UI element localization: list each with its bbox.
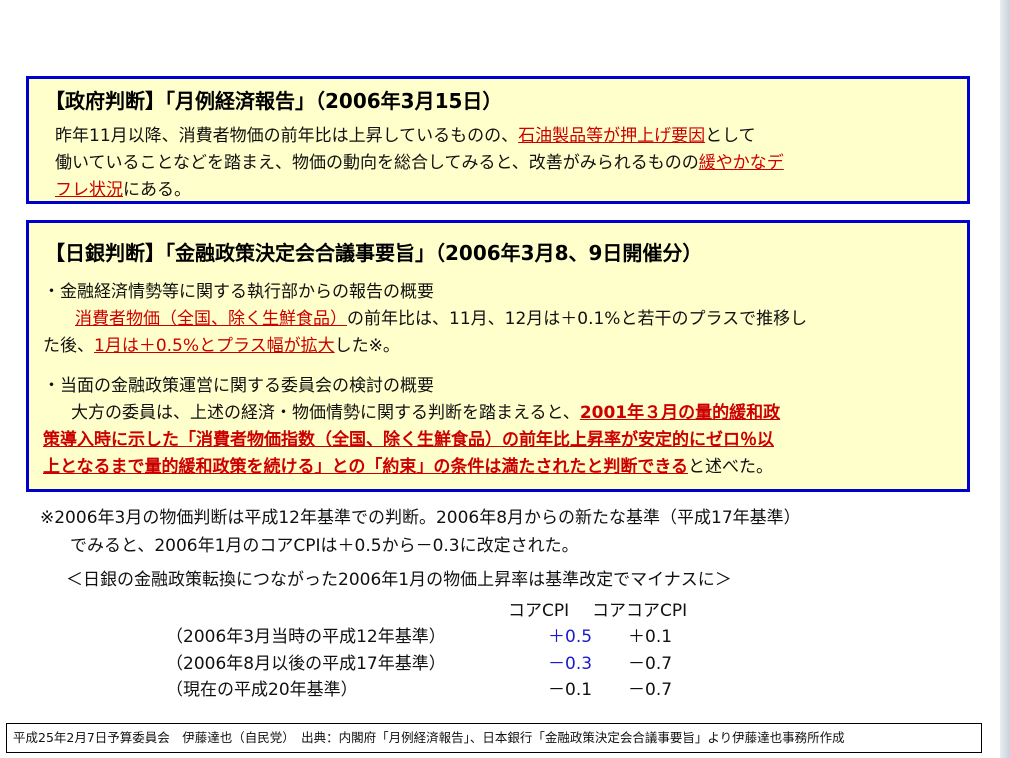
text-line: フレ状況にある。: [55, 177, 784, 204]
highlight-january: 1月は＋0.5%とプラス幅が拡大: [94, 336, 335, 356]
highlight-policy: 2001年３月の量的緩和政: [579, 403, 781, 423]
text-span: にある。: [123, 180, 191, 200]
boj-section-1: ・金融経済情勢等に関する執行部からの報告の概要 消費者物価（全国、除く生鮮食品）…: [43, 279, 807, 360]
row-corecore-value: －0.7: [628, 654, 673, 674]
text-line: 上となるまで量的緩和政策を続ける」との「約束」の条件は満たされたと判断できると述…: [43, 454, 780, 481]
row-label: （現在の平成20年基準）: [166, 680, 358, 700]
note-line-1: ※2006年3月の物価判断は平成12年基準での判断。2006年8月からの新たな基…: [40, 508, 801, 528]
boj-section-2: ・当面の金融政策運営に関する委員会の検討の概要 大方の委員は、上述の経済・物価情…: [43, 373, 780, 481]
header-corecore-cpi: コアコアCPI: [592, 601, 688, 621]
row-label: （2006年3月当時の平成12年基準）: [166, 627, 446, 647]
text-span: した※。: [334, 336, 400, 356]
text-line: 策導入時に示した「消費者物価指数（全国、除く生鮮食品）の前年比上昇率が安定的にゼ…: [43, 427, 780, 454]
text-span: の前年比は、11月、12月は＋0.1%と若干のプラスで推移し: [347, 309, 808, 329]
section-heading: ・当面の金融政策運営に関する委員会の検討の概要: [43, 376, 434, 396]
text-line: 働いていることなどを踏まえ、物価の動向を総合してみると、改善がみられるものの緩や…: [55, 150, 784, 177]
text-span: た後、: [43, 336, 94, 356]
boj-judgement-box: 【日銀判断】「金融政策決定会合議事要旨」（2006年3月8、9日開催分） ・金融…: [26, 220, 970, 492]
note-line-2: でみると、2006年1月のコアCPIは＋0.5から－0.3に改定された。: [70, 536, 579, 556]
text-line: た後、1月は＋0.5%とプラス幅が拡大した※。: [43, 333, 807, 360]
text-span: と述べた。: [687, 457, 773, 477]
government-judgement-text: 昨年11月以降、消費者物価の前年比は上昇しているものの、石油製品等が押上げ要因と…: [55, 123, 784, 204]
source-footer: 平成25年2月7日予算委員会 伊藤達也（自民党） 出典：内閣府「月例経済報告」、…: [6, 723, 982, 753]
text-span: として: [705, 126, 756, 146]
highlight-cpi: 消費者物価（全国、除く生鮮食品）: [75, 309, 347, 329]
row-corecore-value: －0.7: [628, 680, 673, 700]
text-span: 昨年11月以降、消費者物価の前年比は上昇しているものの、: [55, 126, 519, 146]
section-heading: ・金融経済情勢等に関する執行部からの報告の概要: [43, 282, 434, 302]
highlight-deflation-cont: フレ状況: [55, 180, 123, 200]
boj-judgement-title: 【日銀判断】「金融政策決定会合議事要旨」（2006年3月8、9日開催分）: [45, 241, 703, 265]
highlight-deflation: 緩やかなデ: [698, 153, 784, 173]
row-core-value: －0.1: [548, 680, 593, 700]
window-edge: [1000, 0, 1010, 758]
text-span: 働いていることなどを踏まえ、物価の動向を総合してみると、改善がみられるものの: [55, 153, 699, 173]
text-line: 大方の委員は、上述の経済・物価情勢に関する判断を踏まえると、2001年３月の量的…: [43, 400, 780, 427]
text-line: 昨年11月以降、消費者物価の前年比は上昇しているものの、石油製品等が押上げ要因と…: [55, 123, 784, 150]
text-line: 消費者物価（全国、除く生鮮食品）の前年比は、11月、12月は＋0.1%と若干のプ…: [43, 306, 807, 333]
text-span: 大方の委員は、上述の経済・物価情勢に関する判断を踏まえると、: [71, 403, 580, 423]
government-judgement-title: 【政府判断】「月例経済報告」（2006年3月15日）: [45, 89, 503, 113]
row-corecore-value: ＋0.1: [628, 627, 673, 647]
highlight-oil-products: 石油製品等が押上げ要因: [518, 126, 706, 146]
header-core-cpi: コアCPI: [508, 601, 570, 621]
row-label: （2006年8月以後の平成17年基準）: [166, 654, 446, 674]
government-judgement-box: 【政府判断】「月例経済報告」（2006年3月15日） 昨年11月以降、消費者物価…: [26, 76, 970, 204]
table-heading: ＜日銀の金融政策転換につながった2006年1月の物価上昇率は基準改定でマイナスに…: [66, 570, 732, 590]
row-core-value: ＋0.5: [548, 627, 593, 647]
highlight-policy-end: 上となるまで量的緩和政策を続ける」との「約束」の条件は満たされたと判断できる: [43, 457, 688, 477]
highlight-policy-cont: 策導入時に示した「消費者物価指数（全国、除く生鮮食品）の前年比上昇率が安定的にゼ…: [43, 430, 774, 450]
row-core-value: －0.3: [548, 654, 593, 674]
